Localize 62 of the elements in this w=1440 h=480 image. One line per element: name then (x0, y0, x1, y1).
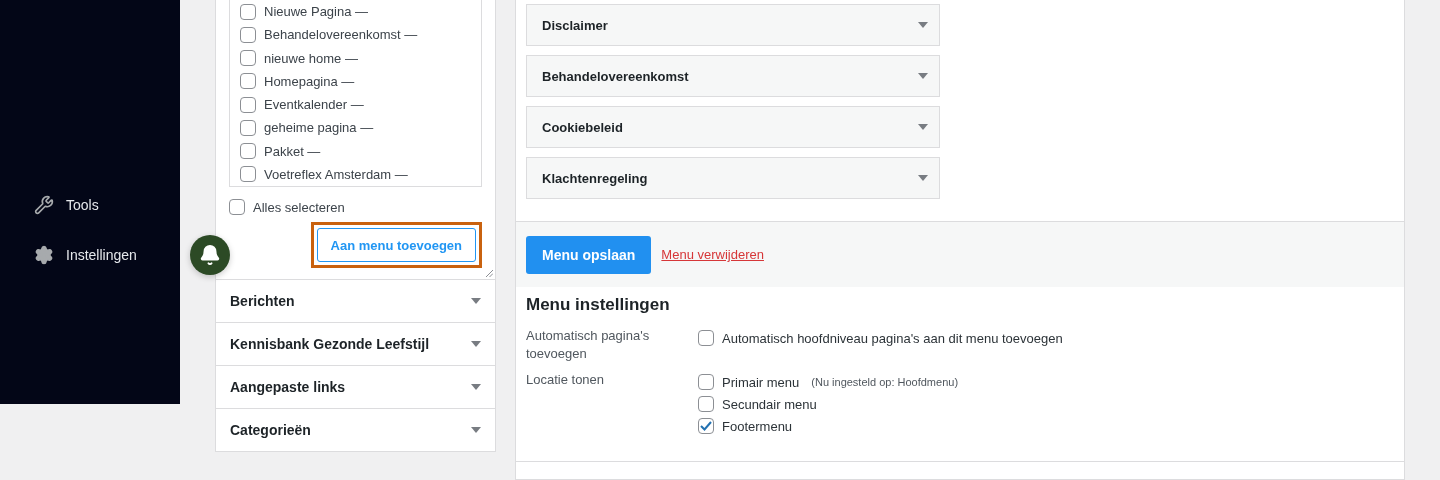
checkbox[interactable] (698, 374, 714, 390)
select-all-label: Alles selecteren (253, 199, 345, 215)
sidebar-item[interactable]: Tools (0, 190, 180, 220)
resize-grip-icon[interactable] (485, 269, 493, 277)
caret-icon (918, 124, 928, 130)
caret-icon (471, 341, 481, 347)
caret-icon (918, 175, 928, 181)
page-label: Eventkalender — (264, 97, 364, 113)
setting-label: Automatisch pagina's toevoegen (526, 327, 651, 363)
menu-item-title: Cookiebeleid (542, 119, 623, 135)
option-label: Footermenu (722, 418, 793, 434)
option-label: Secundair menu (722, 396, 817, 412)
checkbox[interactable] (240, 166, 256, 183)
notification-button[interactable] (190, 235, 230, 275)
page-label: geheime pagina — (264, 120, 374, 136)
checkbox[interactable] (240, 73, 256, 90)
section-title: Categorieën (230, 422, 311, 438)
menu-item[interactable]: Disclaimer (526, 4, 940, 46)
menu-item[interactable]: Behandelovereenkomst (526, 55, 940, 97)
caret-icon (918, 22, 928, 28)
page-label: Homepagina — (264, 73, 355, 89)
accordion-section[interactable]: Berichten (215, 280, 496, 323)
caret-icon (471, 384, 481, 390)
checkbox[interactable] (240, 26, 256, 43)
page-label: Voetreflex Amsterdam — (264, 166, 408, 182)
checkbox[interactable] (698, 396, 714, 412)
menu-item-title: Klachtenregeling (542, 170, 648, 186)
checkbox[interactable] (240, 50, 256, 67)
accordion-section[interactable]: Aangepaste links (215, 366, 496, 409)
menu-item-title: Disclaimer (542, 17, 608, 33)
sidebar-item[interactable]: Instellingen (0, 240, 180, 270)
accordion-section[interactable]: Categorieën (215, 409, 496, 452)
option-label: Primair menu (722, 374, 800, 390)
delete-menu-link[interactable]: Menu verwijderen (661, 247, 764, 262)
section-title: Aangepaste links (230, 379, 346, 395)
bell-icon (199, 244, 221, 266)
checkbox[interactable] (240, 143, 256, 160)
section-title: Kennisbank Gezonde Leefstijl (230, 336, 430, 352)
settings-title: Menu instellingen (526, 295, 671, 315)
page-label: Nieuwe Pagina — (264, 4, 369, 20)
page-label: nieuwe home — (264, 50, 358, 66)
caret-icon (471, 298, 481, 304)
caret-icon (918, 73, 928, 79)
page-label: Pakket — (264, 143, 321, 159)
checkbox[interactable] (240, 96, 256, 113)
page-label: Behandelovereenkomst — (264, 27, 418, 43)
menu-item[interactable]: Klachtenregeling (526, 157, 940, 199)
checkbox[interactable] (240, 3, 256, 20)
checkbox[interactable] (698, 330, 714, 346)
checkbox[interactable] (240, 119, 256, 136)
menu-item-title: Behandelovereenkomst (542, 68, 689, 84)
checkbox[interactable] (229, 199, 245, 215)
setting-label: Locatie tonen (526, 371, 606, 389)
checkbox[interactable] (698, 418, 714, 434)
section-title: Berichten (230, 293, 295, 309)
option-note: (Nu ingesteld op: Hoofdmenu) (811, 376, 959, 388)
wrench-icon (34, 195, 54, 215)
settings-icon (34, 245, 54, 265)
option-label: Automatisch hoofdniveau pagina's aan dit menu toevoegen (722, 330, 1063, 346)
menu-item[interactable]: Cookiebeleid (526, 106, 940, 148)
caret-icon (471, 427, 481, 433)
accordion-section[interactable]: Kennisbank Gezonde Leefstijl (215, 323, 496, 366)
